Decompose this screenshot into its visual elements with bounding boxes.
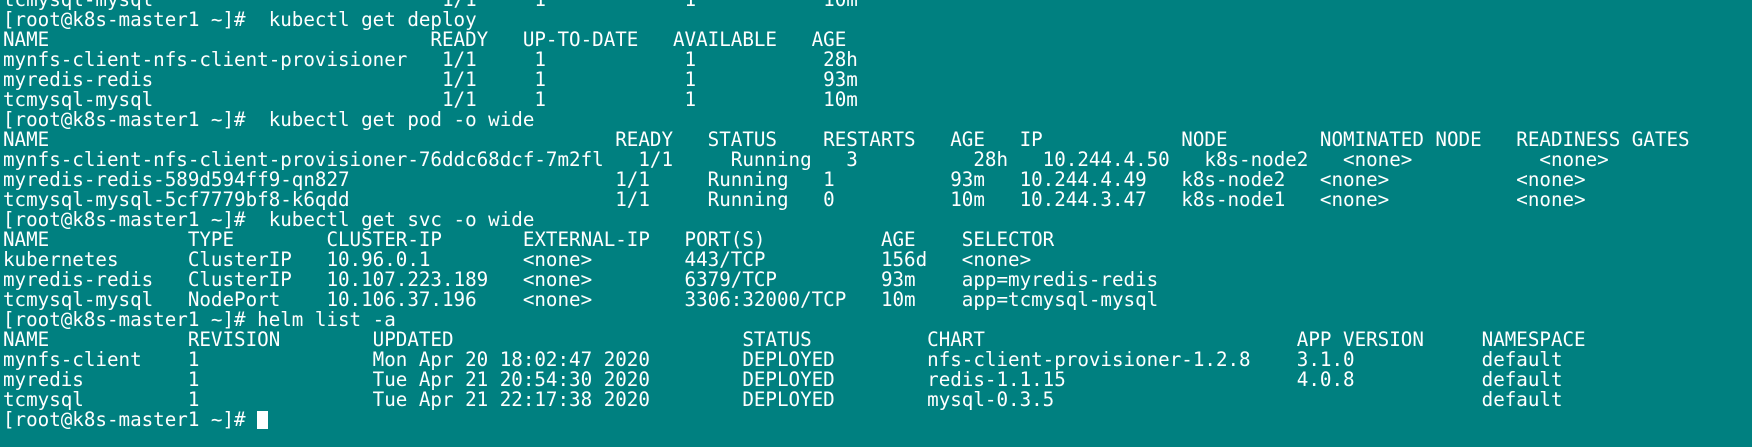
table-header: NAME TYPE CLUSTER-IP EXTERNAL-IP PORT(S)… — [3, 228, 1055, 251]
command-line: [root@k8s-master1 ~]# kubectl get pod -o… — [3, 108, 535, 131]
table-header: NAME READY STATUS RESTARTS AGE IP NODE N… — [3, 128, 1690, 151]
terminal-output: tcmysql-mysql 1/1 1 1 10m [root@k8s-mast… — [3, 0, 1690, 430]
table-row: tcmysql 1 Tue Apr 21 22:17:38 2020 DEPLO… — [3, 388, 1563, 411]
text-cursor[interactable] — [257, 411, 269, 429]
table-header: NAME REVISION UPDATED STATUS CHART APP V… — [3, 328, 1586, 351]
table-row: myredis 1 Tue Apr 21 20:54:30 2020 DEPLO… — [3, 368, 1563, 391]
command-line: [root@k8s-master1 ~]# helm list -a — [3, 308, 396, 331]
prompt-line[interactable]: [root@k8s-master1 ~]# — [3, 410, 1690, 430]
table-row: myredis-redis-589d594ff9-qn827 1/1 Runni… — [3, 168, 1586, 191]
table-row: tcmysql-mysql NodePort 10.106.37.196 <no… — [3, 288, 1159, 311]
table-row: mynfs-client-nfs-client-provisioner-76dd… — [3, 148, 1609, 171]
shell-prompt: [root@k8s-master1 ~]# — [3, 408, 258, 431]
table-row: tcmysql-mysql-5cf7779bf8-k6qdd 1/1 Runni… — [3, 188, 1586, 211]
command-line: [root@k8s-master1 ~]# kubectl get deploy — [3, 8, 477, 31]
table-row: mynfs-client-nfs-client-provisioner 1/1 … — [3, 48, 858, 71]
command-line: [root@k8s-master1 ~]# kubectl get svc -o… — [3, 208, 535, 231]
table-row: kubernetes ClusterIP 10.96.0.1 <none> 44… — [3, 248, 1032, 271]
terminal-window[interactable]: tcmysql-mysql 1/1 1 1 10m [root@k8s-mast… — [0, 0, 1752, 447]
table-header: NAME READY UP-TO-DATE AVAILABLE AGE — [3, 28, 847, 51]
table-row: myredis-redis ClusterIP 10.107.223.189 <… — [3, 268, 1159, 291]
table-row: myredis-redis 1/1 1 1 93m — [3, 68, 858, 91]
table-row: mynfs-client 1 Mon Apr 20 18:02:47 2020 … — [3, 348, 1563, 371]
table-row: tcmysql-mysql 1/1 1 1 10m — [3, 88, 858, 111]
